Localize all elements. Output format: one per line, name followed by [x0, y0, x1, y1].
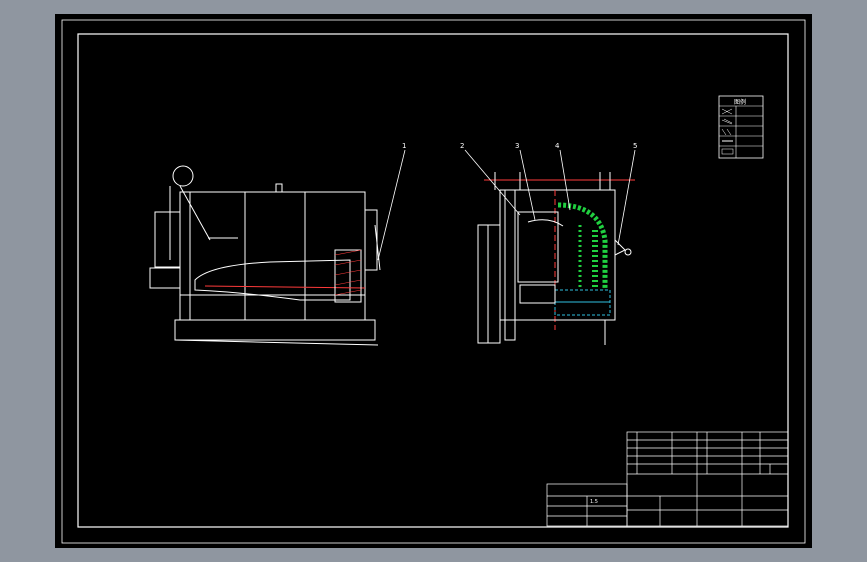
cad-viewport[interactable]: 1 2 3 4 5 图例 1.5	[0, 0, 867, 562]
legend-title: 图例	[734, 98, 746, 106]
svg-text:2: 2	[460, 142, 464, 150]
cad-drawing-canvas[interactable]: 1 2 3 4 5 图例 1.5	[0, 0, 867, 562]
parameter-value-1: 1.5	[590, 499, 598, 505]
svg-text:3: 3	[515, 142, 519, 150]
svg-text:1: 1	[402, 142, 406, 150]
svg-text:4: 4	[555, 142, 560, 150]
svg-text:5: 5	[633, 142, 637, 150]
model-space	[55, 14, 812, 548]
